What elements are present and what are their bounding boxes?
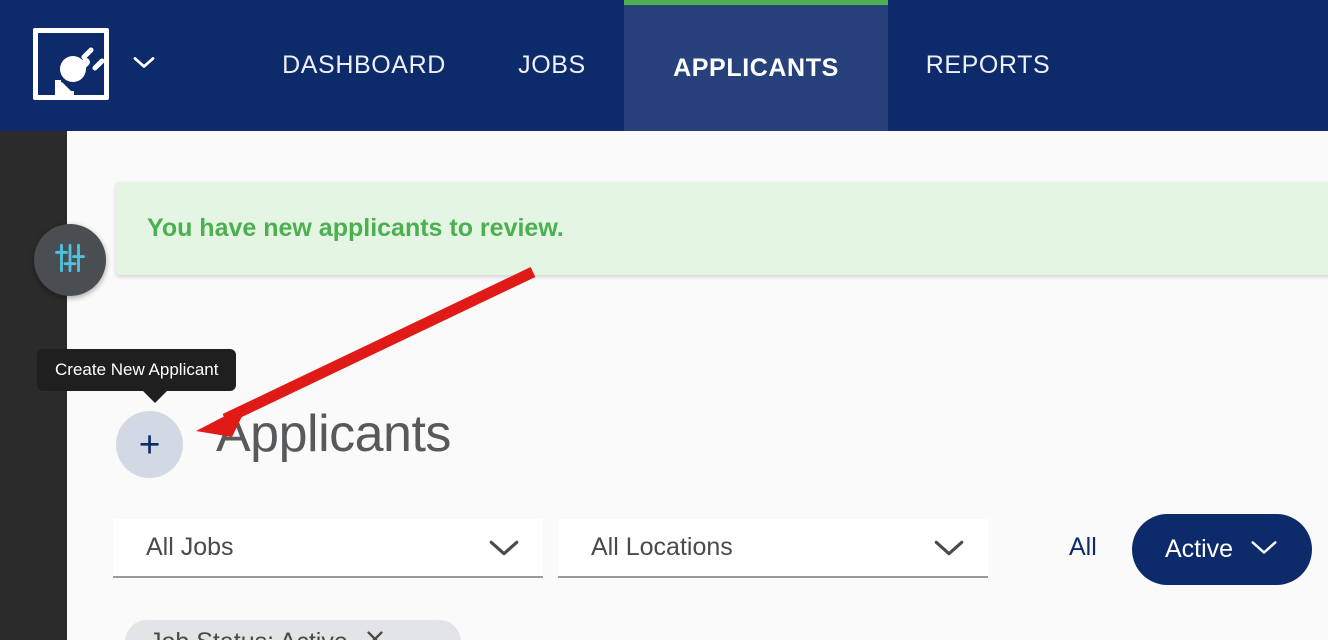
brand-menu-chevron[interactable] — [130, 48, 158, 76]
close-icon[interactable] — [364, 628, 386, 640]
nav-tab-label: JOBS — [518, 51, 586, 79]
tune-sliders-icon — [53, 241, 87, 280]
job-filter-value: All Jobs — [146, 533, 234, 561]
location-filter-select[interactable]: All Locations — [558, 519, 988, 578]
plug-logo-icon[interactable] — [33, 28, 109, 100]
notification-banner-text: You have new applicants to review. — [147, 214, 564, 242]
plus-icon: + — [138, 424, 161, 465]
all-status-link[interactable]: All — [1069, 533, 1097, 562]
page-title: Applicants — [216, 405, 451, 463]
filter-panel-toggle-button[interactable] — [34, 224, 106, 296]
create-new-applicant-tooltip: Create New Applicant — [37, 349, 237, 403]
nav-tab-applicants[interactable]: APPLICANTS — [624, 0, 888, 131]
chevron-down-icon — [132, 55, 156, 70]
add-applicant-button[interactable]: + — [116, 411, 183, 478]
nav-tab-reports[interactable]: REPORTS — [888, 0, 1088, 131]
nav-tab-label: APPLICANTS — [673, 53, 839, 82]
notification-banner: You have new applicants to review. — [116, 182, 1328, 275]
top-navigation-bar: DASHBOARD JOBS APPLICANTS REPORTS — [0, 0, 1328, 131]
nav-tab-dashboard[interactable]: DASHBOARD — [248, 0, 480, 131]
nav-tab-jobs[interactable]: JOBS — [480, 0, 624, 131]
chevron-down-icon — [932, 537, 966, 564]
status-filter-label: Active — [1164, 535, 1234, 563]
chevron-down-icon — [1249, 535, 1279, 564]
chevron-down-icon — [487, 537, 521, 564]
location-filter-value: All Locations — [591, 533, 733, 561]
applicants-page: You have new applicants to review. Creat… — [0, 0, 1328, 640]
tooltip-text: Create New Applicant — [55, 360, 219, 379]
nav-tab-label: DASHBOARD — [282, 51, 446, 79]
status-filter-button[interactable]: Active — [1132, 514, 1312, 585]
filter-chip-label: Job Status: Active — [149, 628, 348, 640]
job-filter-select[interactable]: All Jobs — [113, 519, 543, 578]
nav-tab-label: REPORTS — [925, 51, 1051, 79]
filter-chip-job-status[interactable]: Job Status: Active — [125, 620, 461, 640]
